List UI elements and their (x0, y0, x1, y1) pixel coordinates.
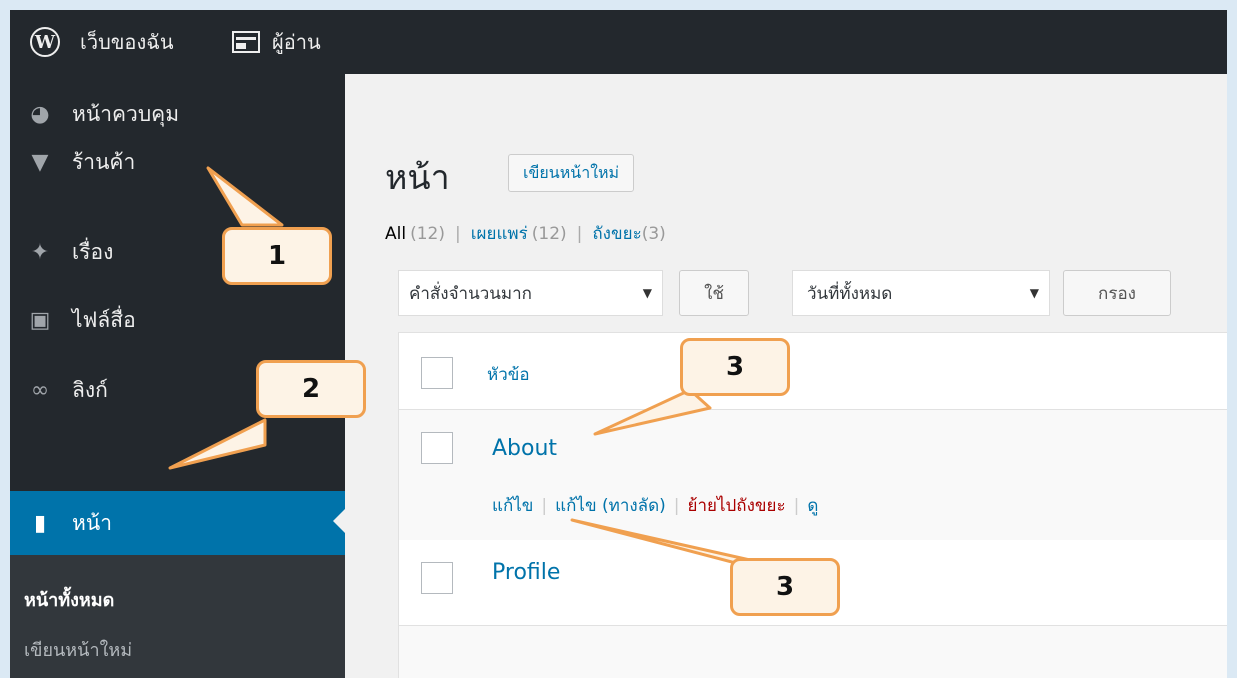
screenshot-frame: W เว็บของฉัน ผู้อ่าน ◕ หน้าควบคุม ▼ ร้าน… (10, 10, 1227, 678)
callout-2: 2 (256, 360, 366, 418)
callout-1: 1 (222, 227, 332, 285)
callout-pointer-lines (168, 166, 772, 574)
callout-3: 3 (680, 338, 790, 396)
callout-3b: 3 (730, 558, 840, 616)
